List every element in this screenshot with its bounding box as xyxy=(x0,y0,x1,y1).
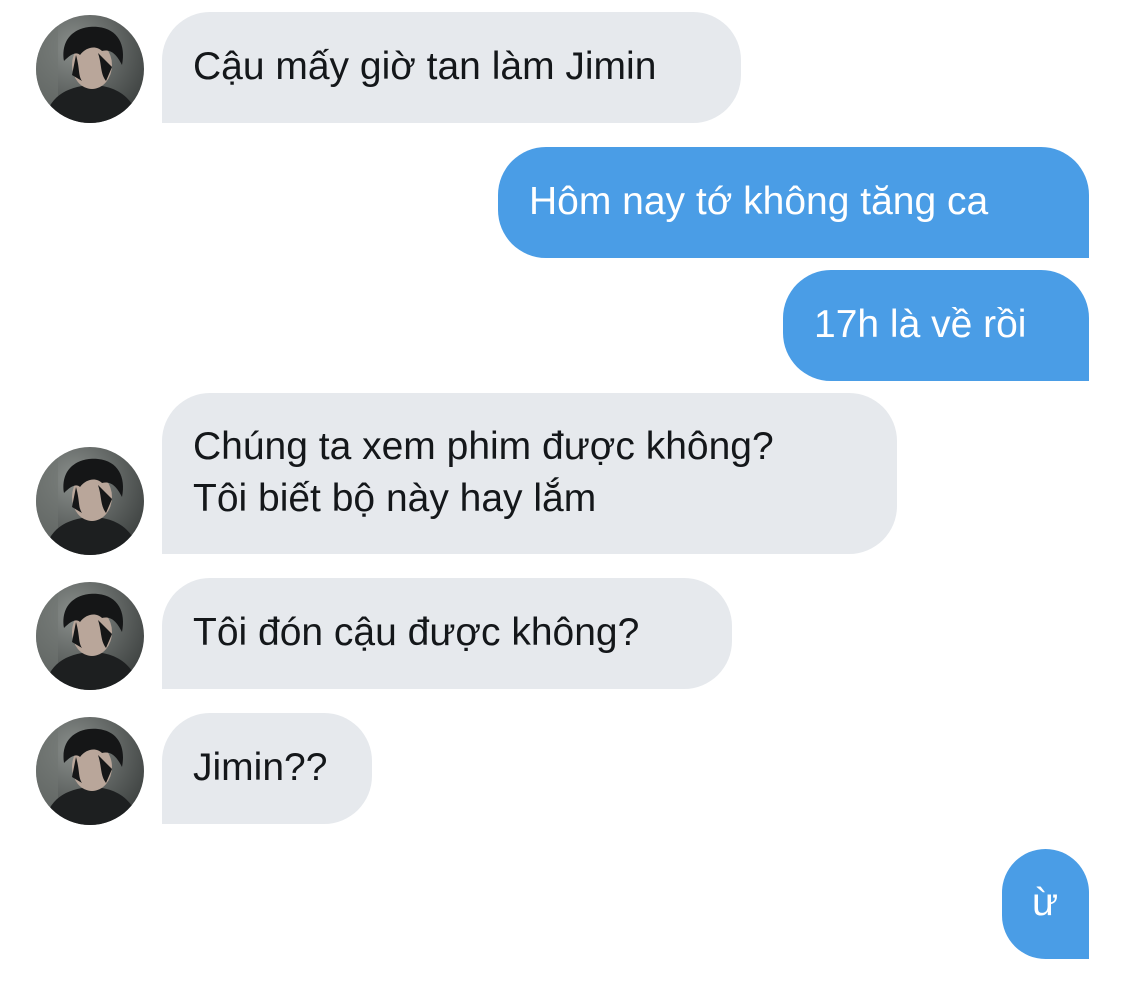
message-text: ừ xyxy=(1032,881,1059,924)
outgoing-message-bubble[interactable]: 17h là về rồi xyxy=(783,270,1089,381)
message-text: Jimin?? xyxy=(193,746,328,789)
contact-avatar[interactable] xyxy=(36,15,144,123)
incoming-message-bubble[interactable]: Jimin?? xyxy=(162,713,372,824)
incoming-message-bubble[interactable]: Chúng ta xem phim được không? Tôi biết b… xyxy=(162,393,897,554)
outgoing-message-bubble[interactable]: ừ xyxy=(1002,849,1089,959)
contact-avatar[interactable] xyxy=(36,717,144,825)
message-text: Tôi đón cậu được không? xyxy=(193,611,640,654)
incoming-message-bubble[interactable]: Tôi đón cậu được không? xyxy=(162,578,732,689)
outgoing-message-bubble[interactable]: Hôm nay tớ không tăng ca xyxy=(498,147,1089,258)
message-text-line: Chúng ta xem phim được không? xyxy=(193,425,774,468)
message-text: Cậu mấy giờ tan làm Jimin xyxy=(193,45,657,88)
message-text: 17h là về rồi xyxy=(814,303,1027,346)
contact-avatar[interactable] xyxy=(36,447,144,555)
incoming-message-bubble[interactable]: Cậu mấy giờ tan làm Jimin xyxy=(162,12,741,123)
message-text-line: Tôi biết bộ này hay lắm xyxy=(193,477,597,520)
contact-avatar[interactable] xyxy=(36,582,144,690)
message-text: Hôm nay tớ không tăng ca xyxy=(529,180,989,223)
